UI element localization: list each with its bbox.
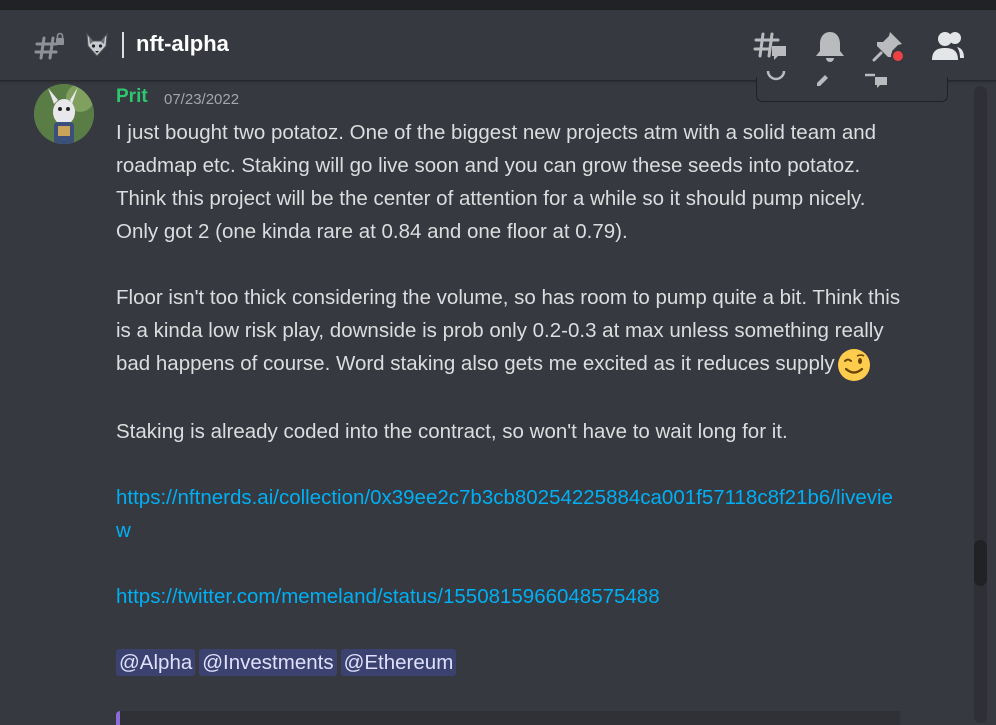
threads-icon[interactable] [752,28,788,64]
wolf-emoji-icon [86,32,108,57]
create-thread-icon[interactable] [861,69,889,89]
twitter-link-text[interactable]: https://twitter.com/memeland/status/1550… [116,585,660,608]
avatar[interactable] [34,84,94,144]
message-paragraph: Floor isn't too thick considering the vo… [116,281,906,382]
message-content: I just bought two potatoz. One of the bi… [116,116,906,679]
nftnerds-link-text[interactable]: https://nftnerds.ai/collection/0x39ee2c7… [116,486,893,542]
role-mention-ethereum[interactable]: @Ethereum [340,648,457,676]
header-divider [122,32,124,58]
window-top-strip [0,0,996,10]
scrollbar-track[interactable] [974,86,987,723]
winking-face-emoji-icon [837,348,870,381]
message-timestamp[interactable]: 07/23/2022 [164,91,239,108]
message-list: Prit 07/23/2022 I just bought two potato… [0,71,996,725]
pinned-messages-icon[interactable] [870,28,906,64]
channel-hash-lock-icon [34,32,64,60]
message-hover-toolbar[interactable] [756,71,948,102]
role-mentions: @Alpha @Investments @Ethereum [116,646,906,679]
avatar-image [34,84,94,144]
scrollbar-thumb[interactable] [974,540,987,586]
message-paragraph: Staking is already coded into the contra… [116,419,788,443]
add-reaction-icon[interactable] [765,71,787,89]
message-username[interactable]: Prit [116,86,148,108]
message-paragraph-text: Floor isn't too thick considering the vo… [116,286,901,375]
role-mention-alpha[interactable]: @Alpha [116,648,196,676]
twitter-link[interactable]: https://twitter.com/memeland/status/1550… [116,580,906,613]
role-mention-investments[interactable]: @Investments [199,648,337,676]
channel-header: nft-alpha [0,10,996,81]
nftnerds-link[interactable]: https://nftnerds.ai/collection/0x39ee2c7… [116,481,906,547]
message-paragraph: I just bought two potatoz. One of the bi… [116,121,877,243]
edit-pencil-icon[interactable] [815,71,833,87]
channel-name: nft-alpha [136,31,229,56]
member-list-icon[interactable] [930,28,966,64]
notification-bell-icon[interactable] [812,28,848,64]
